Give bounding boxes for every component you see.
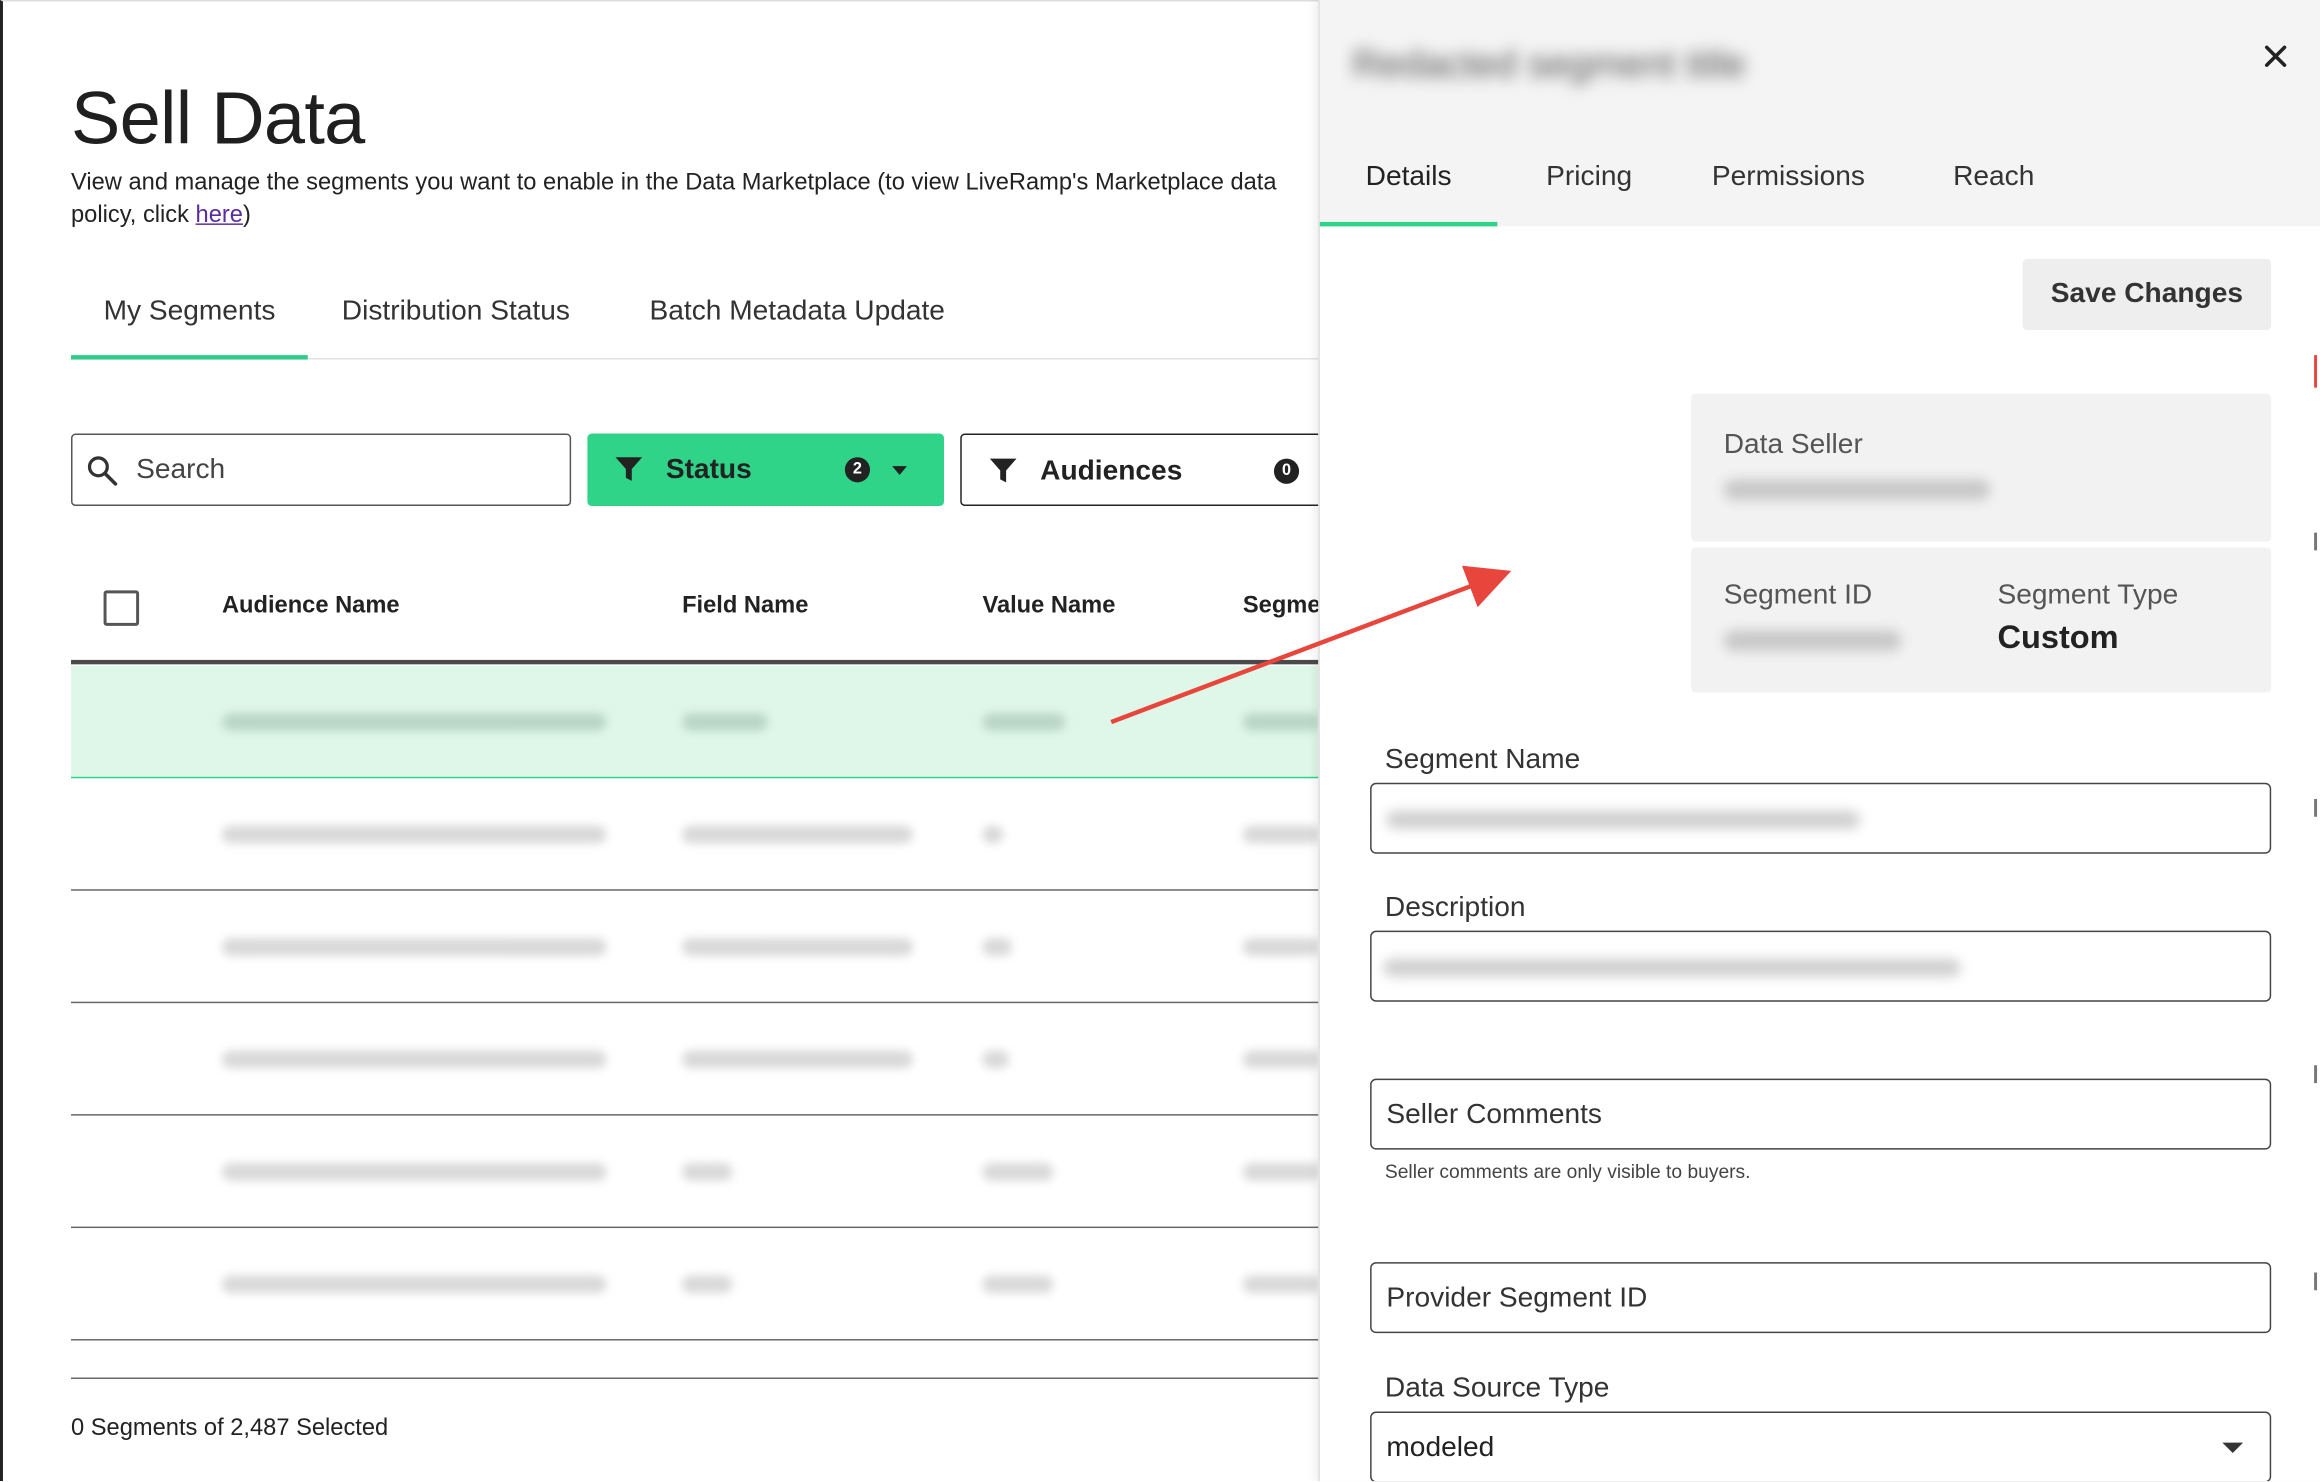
redacted-cell bbox=[682, 938, 913, 956]
table-row[interactable] bbox=[71, 891, 1319, 1004]
chevron-down-icon bbox=[2222, 1442, 2244, 1453]
table-row[interactable] bbox=[71, 1116, 1319, 1229]
select-all-checkbox[interactable] bbox=[103, 590, 140, 626]
redacted-cell bbox=[221, 825, 607, 844]
tab-details[interactable]: Details bbox=[1319, 151, 1498, 227]
data-source-type-label: Data Source Type bbox=[1384, 1373, 1610, 1405]
redacted-cell bbox=[1242, 825, 1319, 844]
tab-distribution-status[interactable]: Distribution Status bbox=[309, 283, 602, 360]
save-changes-button[interactable]: Save Changes bbox=[2022, 258, 2272, 330]
redacted-cell bbox=[1242, 1162, 1319, 1181]
redacted-cell bbox=[982, 1050, 1010, 1069]
data-source-type-select[interactable]: modeled bbox=[1370, 1411, 2272, 1482]
seller-comments-help: Seller comments are only visible to buye… bbox=[1384, 1160, 1751, 1183]
tab-permissions[interactable]: Permissions bbox=[1666, 151, 1911, 226]
redacted-cell bbox=[682, 1162, 733, 1181]
page-tabs: My Segments Distribution Status Batch Me… bbox=[71, 283, 1319, 360]
redacted-cell bbox=[221, 713, 607, 731]
column-segment[interactable]: Segme bbox=[1243, 593, 1318, 620]
segment-name-label: Segment Name bbox=[1384, 744, 1581, 776]
page-description: View and manage the segments you want to… bbox=[71, 167, 1318, 232]
redacted-segment-id bbox=[1723, 630, 1902, 652]
column-value-name[interactable]: Value Name bbox=[982, 593, 1115, 620]
redacted-cell bbox=[1242, 1050, 1319, 1069]
audiences-filter-count: 0 bbox=[1273, 458, 1300, 484]
segment-id-label: Segment ID bbox=[1723, 580, 1873, 612]
drawer-title: Redacted segment title bbox=[1352, 41, 1746, 86]
footer-divider bbox=[71, 1377, 1319, 1379]
column-field-name[interactable]: Field Name bbox=[682, 593, 808, 620]
redacted-cell bbox=[1242, 1275, 1319, 1294]
description-label: Description bbox=[1384, 892, 1526, 924]
tab-my-segments[interactable]: My Segments bbox=[71, 283, 308, 360]
close-icon[interactable] bbox=[2258, 38, 2294, 74]
redacted-cell bbox=[1242, 938, 1319, 956]
table-row[interactable] bbox=[71, 1228, 1319, 1341]
table-row[interactable] bbox=[71, 1003, 1319, 1116]
segment-details-drawer: Redacted segment title Details Pricing P… bbox=[1318, 0, 2320, 1482]
redacted-cell bbox=[982, 938, 1013, 956]
table-row[interactable] bbox=[71, 665, 1319, 779]
redacted-data-seller bbox=[1723, 479, 1991, 501]
policy-link[interactable]: here bbox=[196, 203, 243, 228]
description-text: View and manage the segments you want to… bbox=[71, 170, 1277, 196]
audiences-filter-label: Audiences bbox=[1040, 455, 1183, 487]
redacted-cell bbox=[682, 1050, 913, 1069]
redacted-segment-name bbox=[1386, 810, 1860, 829]
data-seller-label: Data Seller bbox=[1723, 429, 1863, 461]
tab-batch-metadata-update[interactable]: Batch Metadata Update bbox=[617, 283, 977, 360]
tab-pricing[interactable]: Pricing bbox=[1500, 151, 1678, 226]
column-audience-name[interactable]: Audience Name bbox=[222, 593, 400, 620]
provider-segment-id-placeholder: Provider Segment ID bbox=[1386, 1282, 1648, 1314]
tab-reach[interactable]: Reach bbox=[1907, 151, 2080, 226]
redacted-cell bbox=[221, 1275, 607, 1294]
description-text-2: policy, click bbox=[71, 202, 196, 228]
provider-segment-id-field[interactable]: Provider Segment ID bbox=[1370, 1262, 2272, 1334]
redacted-cell bbox=[221, 938, 607, 956]
redacted-cell bbox=[982, 825, 1004, 844]
drawer-header: Redacted segment title Details Pricing P… bbox=[1319, 0, 2320, 227]
chevron-down-icon bbox=[892, 466, 907, 475]
redacted-cell bbox=[221, 1050, 607, 1069]
redacted-cell bbox=[682, 713, 768, 731]
redacted-cell bbox=[982, 1162, 1054, 1181]
audiences-filter-button[interactable]: Audiences 0 bbox=[960, 433, 1319, 507]
selection-count: 0 Segments of 2,487 Selected bbox=[71, 1415, 389, 1442]
search-input[interactable]: Search bbox=[71, 433, 572, 507]
table-row[interactable] bbox=[71, 778, 1319, 891]
table-header: Audience Name Field Name Value Name Segm… bbox=[71, 552, 1319, 665]
seller-comments-placeholder: Seller Comments bbox=[1386, 1099, 1602, 1131]
redacted-cell bbox=[682, 825, 913, 844]
redacted-cell bbox=[682, 1275, 733, 1294]
screenshot-stage: Sell Data View and manage the segments y… bbox=[0, 0, 2320, 1482]
search-placeholder: Search bbox=[136, 454, 226, 486]
description-text-3: ) bbox=[242, 202, 251, 228]
page-title: Sell Data bbox=[71, 76, 365, 160]
redacted-cell bbox=[982, 713, 1066, 731]
redacted-description bbox=[1383, 958, 1961, 977]
edge-marks bbox=[2314, 355, 2318, 1291]
segment-type-value: Custom bbox=[1997, 618, 2119, 656]
description-field[interactable] bbox=[1370, 930, 2272, 1002]
search-icon bbox=[87, 456, 118, 486]
redacted-cell bbox=[982, 1275, 1054, 1294]
seller-comments-field[interactable]: Seller Comments bbox=[1370, 1078, 2272, 1150]
filter-icon bbox=[989, 458, 1017, 483]
segment-id-box: Segment ID Segment Type Custom bbox=[1691, 547, 2272, 693]
status-filter-label: Status bbox=[665, 454, 752, 486]
data-source-type-value: modeled bbox=[1386, 1432, 1495, 1464]
segment-name-field[interactable] bbox=[1370, 782, 2272, 854]
redacted-cell bbox=[221, 1162, 607, 1181]
filter-icon bbox=[615, 457, 643, 481]
sell-data-page: Sell Data View and manage the segments y… bbox=[0, 0, 1319, 1482]
data-seller-box: Data Seller bbox=[1691, 393, 2272, 542]
redacted-cell bbox=[1242, 713, 1319, 731]
segment-type-label: Segment Type bbox=[1997, 580, 2179, 612]
status-filter-button[interactable]: Status 2 bbox=[587, 433, 944, 507]
status-filter-count: 2 bbox=[844, 457, 871, 483]
